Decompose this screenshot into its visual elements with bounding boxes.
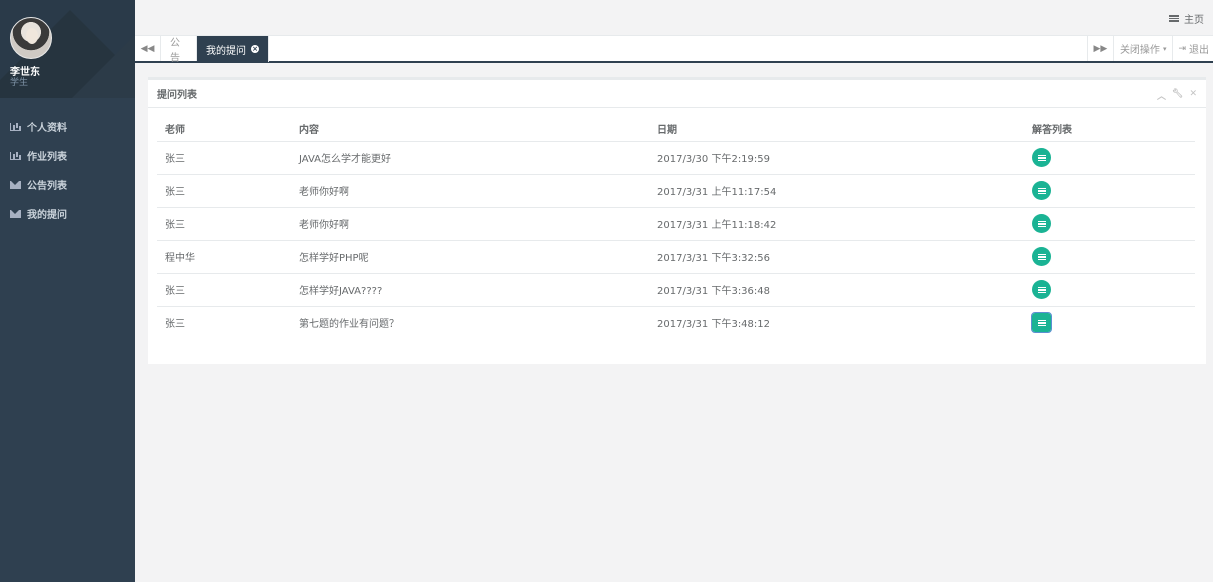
double-right-arrow-icon: ▶▶ bbox=[1093, 43, 1108, 54]
sign-out-icon: ⇥ bbox=[1178, 43, 1186, 54]
cell-content: 老师你好啊 bbox=[291, 207, 649, 241]
view-answers-button[interactable] bbox=[1032, 181, 1051, 200]
column-header-date: 日期 bbox=[649, 117, 1024, 142]
home-label: 主页 bbox=[1184, 15, 1204, 26]
tabs-bar: ◀◀ 公告 我的提问 × ▶▶ 关闭操作 ▾ ⇥ 退出 bbox=[135, 36, 1213, 64]
column-header-teacher: 老师 bbox=[157, 117, 291, 142]
table-row: 张三 怎样学好JAVA???? 2017/3/31 下午3:36:48 bbox=[157, 273, 1195, 307]
collapse-icon[interactable]: ︿ bbox=[1157, 89, 1166, 102]
questions-table: 老师 内容 日期 解答列表 张三 JAVA怎么学才能更好 2017/3/30 下… bbox=[157, 117, 1195, 339]
list-icon bbox=[1037, 253, 1046, 260]
cell-date: 2017/3/30 下午2:19:59 bbox=[649, 141, 1024, 175]
tabs-scroll-left-button[interactable]: ◀◀ bbox=[135, 36, 161, 61]
chart-icon bbox=[10, 151, 21, 160]
cell-content: 老师你好啊 bbox=[291, 174, 649, 208]
list-icon bbox=[1037, 286, 1046, 293]
sidebar-item-profile[interactable]: 个人资料 bbox=[0, 112, 135, 141]
sidebar-nav: 个人资料 作业列表 公告列表 我的提问 bbox=[0, 112, 135, 228]
table-row: 张三 JAVA怎么学才能更好 2017/3/30 下午2:19:59 bbox=[157, 141, 1195, 175]
close-operations-dropdown[interactable]: 关闭操作 ▾ bbox=[1112, 36, 1173, 61]
chart-icon bbox=[10, 122, 21, 131]
sidebar-item-label: 个人资料 bbox=[27, 123, 67, 134]
close-icon[interactable]: ✕ bbox=[1189, 89, 1197, 102]
cell-date: 2017/3/31 上午11:18:42 bbox=[649, 207, 1024, 241]
view-answers-button[interactable] bbox=[1031, 312, 1052, 334]
table-row: 张三 老师你好啊 2017/3/31 上午11:18:42 bbox=[157, 207, 1195, 241]
list-icon bbox=[1037, 220, 1046, 227]
cell-teacher: 张三 bbox=[157, 273, 291, 307]
envelope-icon bbox=[10, 209, 21, 218]
view-answers-button[interactable] bbox=[1032, 148, 1051, 167]
close-ops-label: 关闭操作 bbox=[1119, 45, 1160, 56]
sidebar-item-homework[interactable]: 作业列表 bbox=[0, 141, 135, 170]
menu-icon bbox=[1169, 15, 1179, 22]
view-answers-button[interactable] bbox=[1032, 247, 1051, 266]
panel-header: 提问列表 ︿ 🔧︎ ✕ bbox=[148, 80, 1206, 108]
table-row: 张三 第七题的作业有问题？ 2017/3/31 下午3:48:12 bbox=[157, 306, 1195, 339]
profile-header: 李世东 学生 bbox=[0, 0, 135, 98]
tab-announcements[interactable]: 公告 bbox=[161, 36, 197, 64]
cell-teacher: 张三 bbox=[165, 319, 185, 331]
list-icon bbox=[1037, 154, 1046, 161]
cell-date: 2017/3/31 下午3:36:48 bbox=[649, 273, 1024, 307]
tabs-scroll-right-button[interactable]: ▶▶ bbox=[1086, 36, 1113, 61]
cell-content: JAVA怎么学才能更好 bbox=[291, 141, 649, 175]
view-answers-button[interactable] bbox=[1032, 280, 1051, 299]
tab-my-questions[interactable]: 我的提问 × bbox=[197, 36, 269, 62]
sidebar: 李世东 学生 个人资料 作业列表 公告列表 我的提问 bbox=[0, 0, 135, 582]
cell-teacher: 程中华 bbox=[157, 240, 291, 274]
cell-teacher: 张三 bbox=[157, 174, 291, 208]
panel-title: 提问列表 bbox=[157, 90, 197, 101]
sidebar-item-label: 公告列表 bbox=[27, 181, 67, 192]
cell-date: 2017/3/31 下午3:32:56 bbox=[649, 240, 1024, 274]
list-icon bbox=[1037, 187, 1046, 194]
cell-teacher: 张三 bbox=[157, 141, 291, 175]
caret-down-icon: ▾ bbox=[1162, 44, 1167, 53]
cell-date: 2017/3/31 上午11:17:54 bbox=[649, 174, 1024, 208]
wrench-icon[interactable]: 🔧︎ bbox=[1172, 89, 1183, 102]
table-row: 张三 老师你好啊 2017/3/31 上午11:17:54 bbox=[157, 174, 1195, 208]
logout-button[interactable]: ⇥ 退出 bbox=[1172, 36, 1213, 61]
cell-content: 怎样学好PHP呢 bbox=[291, 240, 649, 274]
tab-label: 公告 bbox=[170, 37, 180, 64]
list-icon bbox=[1037, 319, 1046, 326]
double-left-arrow-icon: ◀◀ bbox=[140, 43, 155, 54]
logout-label: 退出 bbox=[1189, 45, 1209, 56]
home-link[interactable]: 主页 bbox=[1169, 11, 1204, 26]
cell-content: 怎样学好JAVA???? bbox=[291, 273, 649, 307]
profile-bg-shape bbox=[60, 30, 135, 98]
column-header-content: 内容 bbox=[291, 117, 649, 142]
cell-teacher: 张三 bbox=[157, 207, 291, 241]
sidebar-item-announcements[interactable]: 公告列表 bbox=[0, 170, 135, 199]
user-role: 学生 bbox=[10, 78, 29, 88]
tab-label: 我的提问 bbox=[206, 45, 246, 57]
table-header-row: 老师 内容 日期 解答列表 bbox=[157, 117, 1195, 142]
sidebar-item-my-questions[interactable]: 我的提问 bbox=[0, 199, 135, 228]
view-answers-button[interactable] bbox=[1032, 214, 1051, 233]
cell-date: 2017/3/31 下午3:48:12 bbox=[657, 319, 771, 331]
top-bar: 主页 bbox=[135, 0, 1213, 36]
close-icon[interactable]: × bbox=[251, 45, 259, 53]
questions-panel: 提问列表 ︿ 🔧︎ ✕ 老师 内容 日期 解答列表 张三 JAVA怎么学才能更好… bbox=[148, 77, 1206, 364]
sidebar-item-label: 作业列表 bbox=[27, 152, 67, 163]
envelope-icon bbox=[10, 180, 21, 189]
avatar[interactable] bbox=[10, 17, 52, 59]
sidebar-item-label: 我的提问 bbox=[27, 210, 67, 221]
cell-content: 第七题的作业有问题？ bbox=[299, 319, 399, 331]
tabs-right-group: ▶▶ 关闭操作 ▾ ⇥ 退出 bbox=[1086, 36, 1213, 61]
table-row: 程中华 怎样学好PHP呢 2017/3/31 下午3:32:56 bbox=[157, 240, 1195, 274]
column-header-answers: 解答列表 bbox=[1024, 117, 1195, 142]
panel-tools: ︿ 🔧︎ ✕ bbox=[1157, 89, 1197, 102]
